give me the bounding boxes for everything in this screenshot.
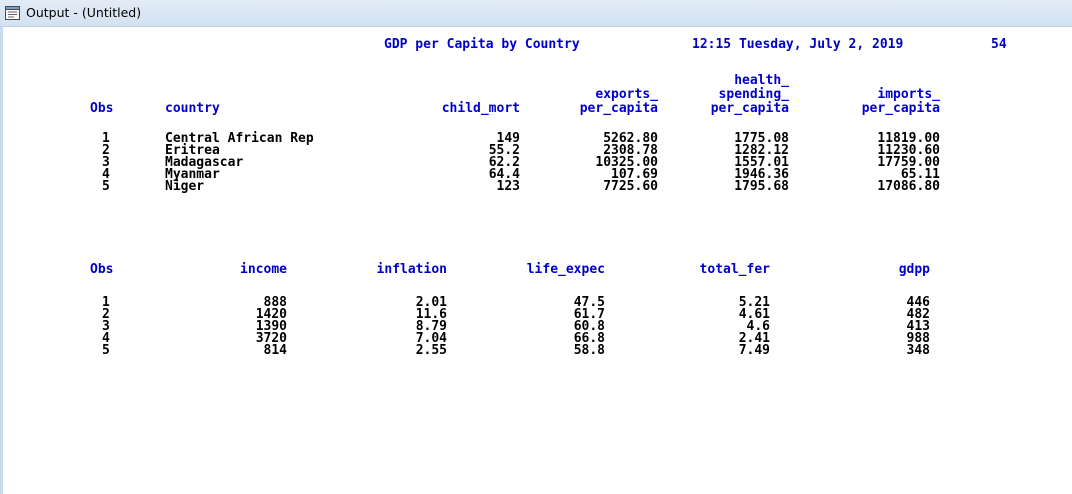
report-page-number: 54 <box>991 37 1007 52</box>
table2-header-income: income <box>240 262 287 277</box>
table2-header-total-fer: total_fer <box>699 262 770 277</box>
table1-header-child-mort: child_mort <box>441 101 520 116</box>
table2-cell-total-fer: 7.49 <box>738 343 770 358</box>
table1-cell-health-spending: 1795.68 <box>734 179 789 194</box>
table2-cell-life-expec: 58.8 <box>573 343 605 358</box>
table2-cell-obs: 5 <box>102 343 110 358</box>
table1-cell-country: Niger <box>165 179 205 194</box>
output-window-icon <box>5 6 20 20</box>
table2-cell-income: 814 <box>263 343 287 358</box>
window-title: Output - (Untitled) <box>26 5 142 20</box>
table2-cell-inflation: 2.55 <box>415 343 447 358</box>
table2-header-life-expec: life_expec <box>526 262 605 277</box>
table1-cell-child-mort: 123 <box>496 179 520 194</box>
table1-header-health-spending: health_ spending_ per_capita <box>710 73 789 116</box>
report-timestamp: 12:15 Tuesday, July 2, 2019 <box>692 37 904 52</box>
table1-header-exports: exports_ per_capita <box>579 87 658 116</box>
table1-header-country: country <box>165 101 220 116</box>
table1-header-obs: Obs <box>90 101 114 116</box>
table1-cell-imports: 17086.80 <box>877 179 940 194</box>
table1-header-imports: imports_ per_capita <box>861 87 940 116</box>
table2-header-obs: Obs <box>90 262 114 277</box>
report-title: GDP per Capita by Country <box>384 37 580 52</box>
table1-cell-exports: 7725.60 <box>603 179 658 194</box>
table2-cell-gdpp: 348 <box>906 343 930 358</box>
table2-header-gdpp: gdpp <box>898 262 930 277</box>
title-bar[interactable]: Output - (Untitled) <box>0 0 1072 27</box>
table2-header-inflation: inflation <box>376 262 447 277</box>
output-window: Output - (Untitled) GDP per Capita by Co… <box>0 0 1072 494</box>
table1-cell-obs: 5 <box>102 179 110 194</box>
output-content: GDP per Capita by Country 12:15 Tuesday,… <box>3 27 1072 494</box>
